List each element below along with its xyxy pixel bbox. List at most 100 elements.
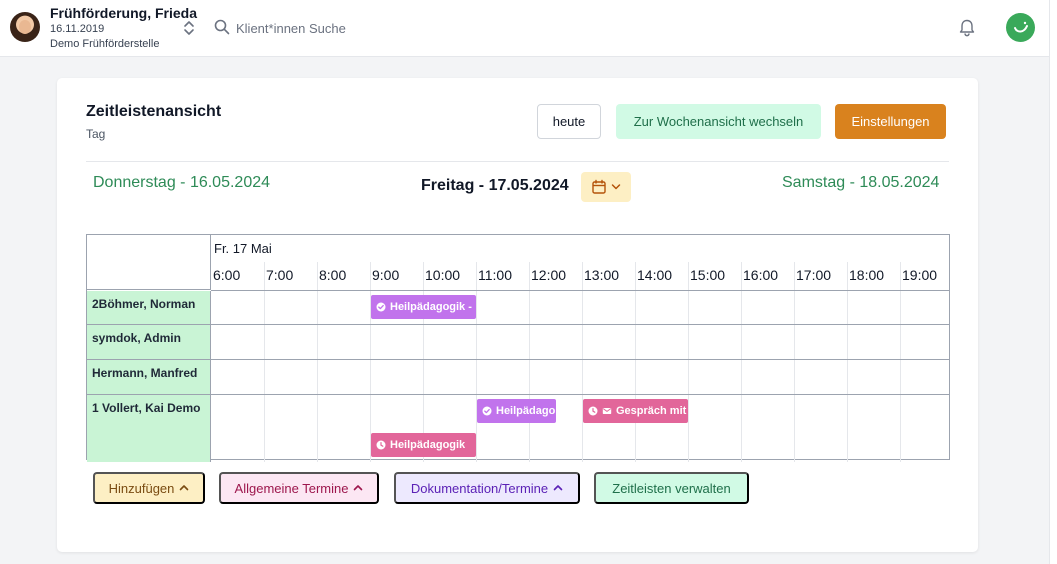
chevron-down-icon <box>611 184 621 190</box>
grid-line <box>529 291 530 324</box>
grid-line <box>264 325 265 359</box>
grid-line <box>741 360 742 394</box>
grid-line <box>317 291 318 324</box>
hour-label: 9:00 <box>372 267 400 283</box>
check-circle-icon <box>482 406 492 416</box>
grid-line <box>370 360 371 394</box>
row-separator <box>87 359 949 360</box>
grid-line <box>317 360 318 394</box>
hour-label: 6:00 <box>213 267 241 283</box>
appointment-event[interactable]: Heilpädagogik <box>371 433 476 457</box>
grid-line <box>794 325 795 359</box>
grid-line <box>688 325 689 359</box>
user-avatar[interactable] <box>1006 13 1035 42</box>
hour-label: 13:00 <box>584 267 620 283</box>
row-label-person[interactable]: Hermann, Manfred <box>87 360 211 394</box>
client-organization: Demo Frühförderstelle <box>50 38 160 50</box>
clock-icon <box>376 440 386 450</box>
calendar-icon <box>592 179 606 194</box>
hour-separator <box>423 262 424 290</box>
grid-line <box>847 325 848 359</box>
appointment-event-label: Gespräch mit <box>616 405 687 417</box>
hour-label: 16:00 <box>743 267 779 283</box>
timeline-grid: Fr. 17 Mai 6:00 7:00 8:00 9:00 10:00 11:00 12:… <box>86 234 950 462</box>
row-separator <box>87 324 949 325</box>
appointment-event-label: Heilpädagogik - <box>390 301 472 313</box>
hour-separator <box>317 262 318 290</box>
grid-line <box>847 395 848 462</box>
row-label-person[interactable]: 2Böhmer, Norman <box>87 291 211 324</box>
today-button[interactable]: heute <box>537 104 601 139</box>
chevron-up-icon <box>354 485 363 491</box>
envelope-icon <box>602 408 612 414</box>
top-bar: Frühförderung, Frieda 16.11.2019 Demo Fr… <box>0 0 1049 57</box>
grid-line <box>794 360 795 394</box>
documentation-appointments-button[interactable]: Dokumentation/Termine <box>394 472 580 504</box>
hour-label: 10:00 <box>425 267 461 283</box>
grid-line <box>900 291 901 324</box>
add-button-label: Hinzufügen <box>108 480 175 496</box>
manage-timelines-button[interactable]: Zeitleisten verwalten <box>594 472 749 504</box>
grid-line <box>688 291 689 324</box>
appointment-event[interactable]: Heilpädagogik - <box>371 295 476 319</box>
client-name[interactable]: Frühförderung, Frieda <box>50 5 197 21</box>
grid-line <box>529 325 530 359</box>
grid-line <box>847 360 848 394</box>
hour-label: 12:00 <box>531 267 567 283</box>
hour-label: 19:00 <box>902 267 938 283</box>
client-search-input[interactable] <box>236 16 456 40</box>
grid-line <box>317 395 318 462</box>
hour-separator <box>741 262 742 290</box>
week-view-button[interactable]: Zur Wochenansicht wechseln <box>616 104 821 139</box>
divider <box>86 161 949 162</box>
grid-line <box>847 291 848 324</box>
add-button[interactable]: Hinzufügen <box>93 472 205 504</box>
grid-line <box>900 395 901 462</box>
appointment-event-label: Heilpädagogik <box>390 439 466 451</box>
grid-line <box>900 325 901 359</box>
hour-label: 17:00 <box>796 267 832 283</box>
hour-separator <box>529 262 530 290</box>
smile-logo-icon <box>1014 21 1028 33</box>
grid-line <box>741 325 742 359</box>
hour-separator <box>794 262 795 290</box>
chevron-up-down-icon[interactable] <box>183 20 195 36</box>
grid-line <box>264 395 265 462</box>
hour-separator <box>635 262 636 290</box>
hour-label: 18:00 <box>849 267 885 283</box>
timeline-header-divider <box>211 290 950 291</box>
row-label-person[interactable]: symdok, Admin <box>87 325 211 359</box>
grid-line <box>423 360 424 394</box>
chevron-up-icon <box>180 485 189 491</box>
hour-label: 8:00 <box>319 267 347 283</box>
date-picker-button[interactable] <box>581 172 631 202</box>
next-day-link[interactable]: Samstag - 18.05.2024 <box>782 174 939 192</box>
grid-line <box>582 291 583 324</box>
appointment-event[interactable]: Heilpädago <box>477 399 556 423</box>
chevron-up-icon <box>553 485 563 491</box>
row-label-person[interactable]: 1 Vollert, Kai Demo <box>87 395 211 462</box>
client-avatar[interactable] <box>10 12 40 42</box>
appointment-event[interactable]: Gespräch mit <box>583 399 688 423</box>
client-birthdate: 16.11.2019 <box>50 23 105 35</box>
grid-line <box>635 360 636 394</box>
settings-button[interactable]: Einstellungen <box>835 104 946 139</box>
hour-separator <box>264 262 265 290</box>
grid-line <box>370 325 371 359</box>
grid-line <box>741 395 742 462</box>
hour-label: 15:00 <box>690 267 726 283</box>
grid-line <box>476 291 477 324</box>
hour-separator <box>370 262 371 290</box>
previous-day-link[interactable]: Donnerstag - 16.05.2024 <box>93 174 270 192</box>
timeline-date-header: Fr. 17 Mai <box>214 241 272 256</box>
bell-icon[interactable] <box>957 18 977 38</box>
general-appointments-label: Allgemeine Termine <box>234 480 349 496</box>
general-appointments-button[interactable]: Allgemeine Termine <box>219 472 379 504</box>
grid-line <box>582 360 583 394</box>
check-circle-icon <box>376 302 386 312</box>
page-subtitle: Tag <box>86 127 106 141</box>
scrollbar[interactable] <box>1049 0 1057 564</box>
hour-label: 7:00 <box>266 267 294 283</box>
grid-line <box>688 360 689 394</box>
grid-line <box>794 291 795 324</box>
